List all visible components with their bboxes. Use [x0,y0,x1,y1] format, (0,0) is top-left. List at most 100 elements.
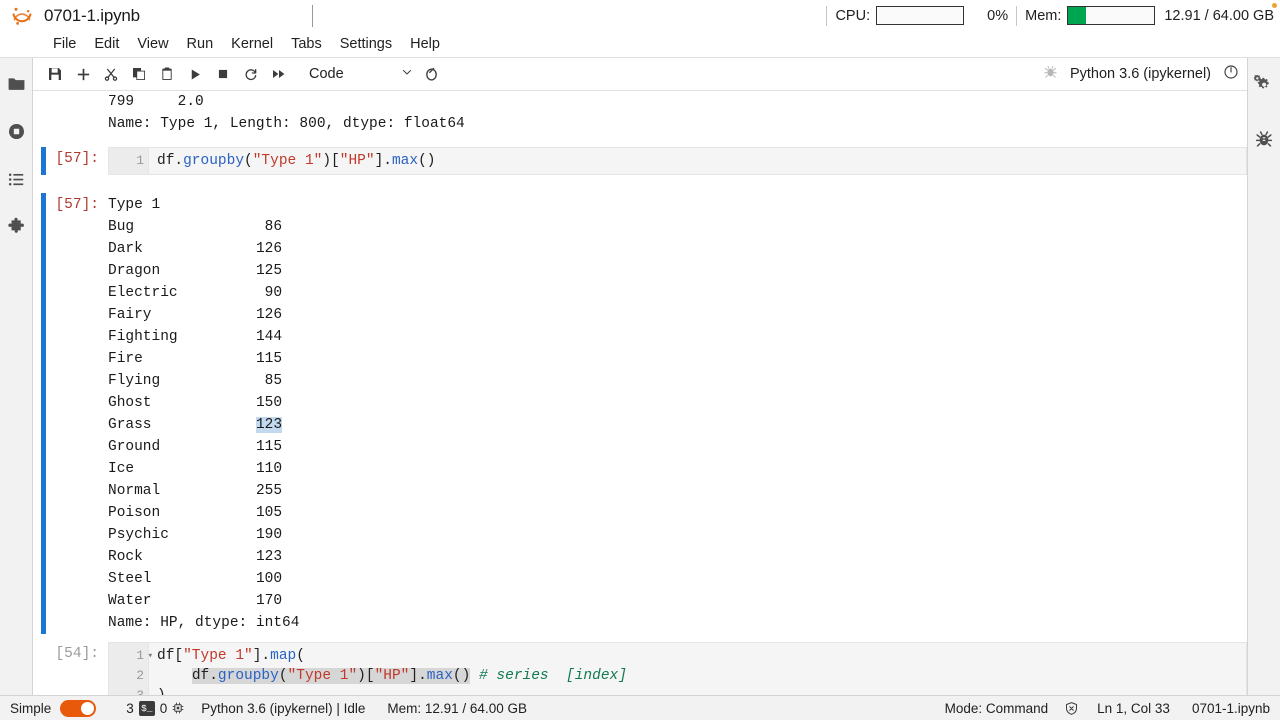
menu-tabs[interactable]: Tabs [282,34,331,54]
token-bracket-close: ]. [374,153,392,169]
output-row-pad [221,219,265,235]
output-row-pad [221,439,256,455]
token-max: max [426,668,453,684]
notebook-toolbar: Code Python 3.6 (ipykernel) [33,58,1247,91]
chevron-down-icon [401,65,417,83]
token-groupby: groupby [217,668,279,684]
token-string-type1: "Type 1" [252,153,323,169]
code-cell-54[interactable]: [54]: 1▾ 2 3 df["Type 1"].map( df.groupb… [41,642,1247,695]
workspace-body: Code Python 3.6 (ipykernel) 799 2.0 Name… [0,58,1280,695]
output-row-pad [221,461,256,477]
extension-manager-icon[interactable] [3,214,29,240]
code-cell-57[interactable]: [57]: 1 df.groupby("Type 1")["HP"].max() [41,147,1247,175]
restart-run-all-button[interactable] [265,61,293,87]
output-row-value: 115 [255,351,283,367]
output-row: Ground 115 [108,439,282,455]
output-row-label: Water [108,593,222,609]
menu-settings[interactable]: Settings [331,34,401,54]
cell-type-dropdown[interactable]: Code [309,62,417,86]
notebook-mode-label[interactable]: Mode: Command [945,701,1049,716]
debugger-icon[interactable] [1251,126,1277,152]
output-row-label: Flying [108,373,222,389]
cell-54-input-prompt: [54]: [55,646,99,662]
kernel-count[interactable]: 0 [160,701,168,716]
kernel-status-text[interactable]: Python 3.6 (ipykernel) | Idle [201,701,365,716]
notebook-scroll-area[interactable]: 799 2.0 Name: Type 1, Length: 800, dtype… [33,91,1247,695]
output-row-value: 85 [264,373,283,389]
token-paren-close: )[ [322,153,340,169]
output-row-pad [221,395,256,411]
property-inspector-icon[interactable] [1251,72,1277,98]
terminal-icon[interactable]: $_ [138,700,155,716]
filename-cursor [311,4,313,27]
output-row: Grass 123 [108,417,283,433]
notebook-panel: Code Python 3.6 (ipykernel) 799 2.0 Name… [33,58,1247,695]
cell-57-editor[interactable]: 1 df.groupby("Type 1")["HP"].max() [108,147,1247,175]
output-row-label: Dragon [108,263,222,279]
cursor-position[interactable]: Ln 1, Col 33 [1097,701,1170,716]
token-bracket: [ [174,648,184,664]
token-groupby: groupby [183,153,245,169]
selected-code-range: df.groupby("Type 1")["HP"].max() [191,668,471,684]
cell-57-source[interactable]: df.groupby("Type 1")["HP"].max() [149,148,1246,174]
output-row-pad [221,307,256,323]
kernel-idle-circle-icon[interactable] [1223,64,1239,85]
memory-status-text: Mem: 12.91 / 64.00 GB [387,700,527,716]
output-row: Fire 115 [108,351,282,367]
code-comment: # series [index] [479,668,627,684]
status-right-group: Mode: Command Ln 1, Col 33 0701-1.ipynb [945,701,1270,716]
kernel-name-label[interactable]: Python 3.6 (ipykernel) [1070,66,1211,82]
token-df: df [157,648,175,664]
token-paren: ( [296,648,305,664]
commands-list-icon[interactable] [3,166,29,192]
paste-cell-button[interactable] [153,61,181,87]
token-string-hp: "HP" [374,668,410,684]
kernel-chip-icon[interactable] [171,701,185,715]
cpu-label: CPU: [835,7,871,24]
output-row-pad [221,417,256,433]
menu-run[interactable]: Run [178,34,223,54]
cut-cell-button[interactable] [97,61,125,87]
output-row: Normal 255 [108,483,282,499]
fold-arrow-icon[interactable]: ▾ [148,646,153,666]
menu-edit[interactable]: Edit [85,34,128,54]
jupyter-logo-icon[interactable] [8,2,36,30]
terminal-count[interactable]: 3 [126,701,134,716]
output-row: Rock 123 [108,549,282,565]
notebook-filename[interactable]: 0701-1.ipynb [44,6,140,26]
menu-view[interactable]: View [128,34,177,54]
divider [826,5,828,26]
token-dot: . [209,668,218,684]
output-row-label: Fairy [108,307,222,323]
cell-54-editor[interactable]: 1▾ 2 3 df["Type 1"].map( df.groupby("Typ… [108,642,1247,695]
insert-cell-button[interactable] [69,61,97,87]
line-number: 3 [109,686,144,695]
restart-kernel-button[interactable] [237,61,265,87]
bug-icon[interactable] [1043,64,1058,84]
token-call-parens: () [452,668,471,684]
toolbar-right-group: Python 3.6 (ipykernel) [1043,64,1239,85]
run-cell-button[interactable] [181,61,209,87]
cell-54-gutter: 1▾ 2 3 [109,643,153,695]
simple-mode-group: Simple [10,699,97,717]
menu-file[interactable]: File [44,34,85,54]
output-row-value: 255 [255,483,283,499]
token-paren: ( [244,153,253,169]
output-row-label: Normal [108,483,222,499]
simple-mode-label: Simple [10,700,52,716]
token-paren-close: )[ [357,668,375,684]
left-sidebar-rail [0,58,33,695]
file-browser-icon[interactable] [3,70,29,96]
save-button[interactable] [41,61,69,87]
menu-help[interactable]: Help [401,34,449,54]
cell-54-source[interactable]: df["Type 1"].map( df.groupby("Type 1")["… [149,643,1246,695]
output-row-label: Poison [108,505,222,521]
shield-off-icon[interactable] [1064,701,1079,716]
interrupt-kernel-button[interactable] [209,61,237,87]
menu-kernel[interactable]: Kernel [222,34,282,54]
running-terminals-icon[interactable] [3,118,29,144]
git-branch-icon[interactable] [417,61,445,87]
copy-cell-button[interactable] [125,61,153,87]
output-row-pad [221,505,256,521]
simple-mode-toggle[interactable] [60,699,97,717]
